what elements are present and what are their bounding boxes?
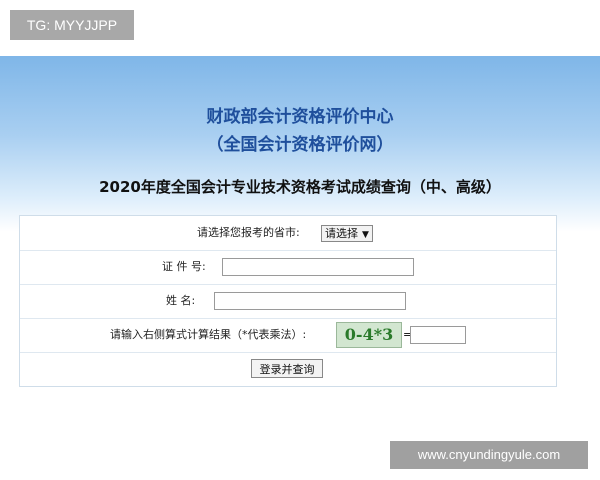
captcha-label: 请输入右侧算式计算结果（*代表乘法）: (110, 328, 307, 341)
org-subtitle: （全国会计资格评价网） (206, 135, 394, 155)
id-label: 证 件 号: (162, 260, 206, 273)
province-label: 请选择您报考的省市: (197, 226, 300, 239)
id-row: 证 件 号: (20, 250, 556, 285)
org-name: 财政部会计资格评价中心 (206, 107, 394, 127)
login-query-button[interactable]: 登录并查询 (251, 359, 323, 378)
id-number-input[interactable] (222, 258, 414, 276)
province-select-value: 请选择 (325, 227, 358, 240)
province-select[interactable]: 请选择 ▼ (321, 225, 373, 242)
captcha-answer-input[interactable] (410, 326, 466, 344)
watermark-tg: TG: MYYJJPP (10, 10, 134, 40)
name-row: 姓 名: (20, 284, 556, 319)
captcha-image[interactable]: 0-4*3 (336, 322, 402, 348)
submit-row: 登录并查询 (20, 352, 556, 386)
watermark-site: www.cnyundingyule.com (390, 441, 588, 469)
query-form: 请选择您报考的省市: 请选择 ▼ 证 件 号: 姓 名: 请输入右侧算式计算结果（… (19, 215, 557, 387)
name-input[interactable] (214, 292, 406, 310)
name-label: 姓 名: (166, 294, 196, 307)
exam-title: 2020年度全国会计专业技术资格考试成绩查询（中、高级） (99, 178, 501, 196)
captcha-row: 请输入右侧算式计算结果（*代表乘法）: 0-4*3 = (20, 318, 556, 353)
dropdown-arrow-icon: ▼ (362, 230, 369, 240)
province-row: 请选择您报考的省市: 请选择 ▼ (20, 216, 556, 251)
